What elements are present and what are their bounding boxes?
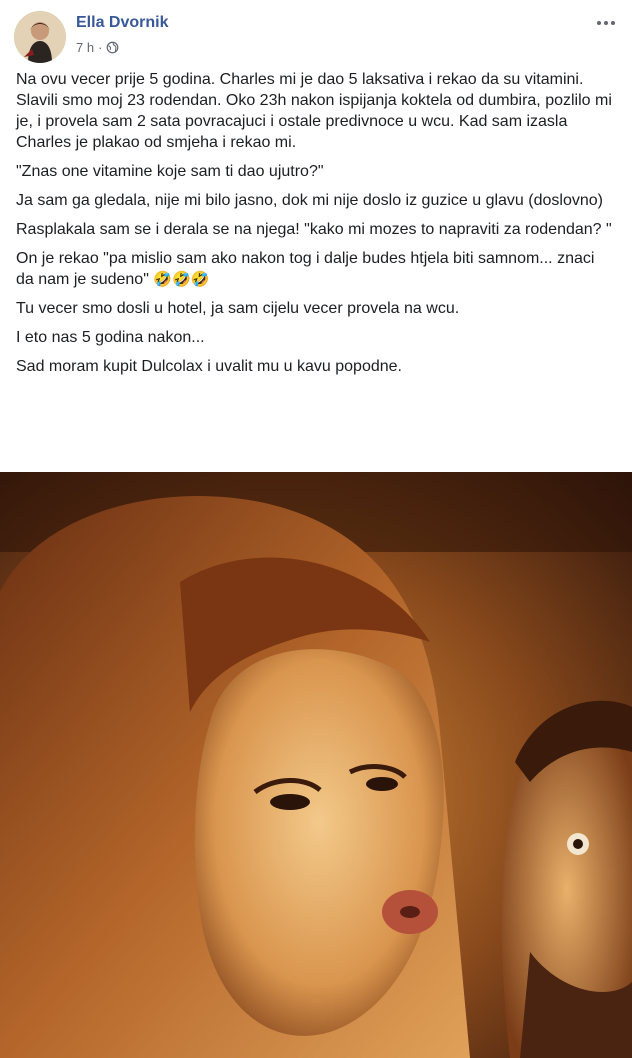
post-paragraph-with-emoji: On je rekao "pa mislio sam ako nakon tog…	[16, 248, 616, 290]
post-paragraph-text: On je rekao "pa mislio sam ako nakon tog…	[16, 250, 595, 288]
post-paragraph: Tu vecer smo dosli u hotel, ja sam cijel…	[16, 300, 460, 317]
post-paragraph: I eto nas 5 godina nakon...	[16, 329, 205, 346]
post-header: Ella Dvornik 7 h ·	[0, 0, 632, 64]
post-paragraph: Rasplakala sam se i derala se na njega! …	[16, 221, 612, 238]
post-photo[interactable]	[0, 472, 632, 1058]
more-options-icon[interactable]	[594, 14, 618, 32]
facebook-post: Ella Dvornik 7 h · Na ovu vecer prije 5 …	[0, 0, 632, 1058]
post-meta: 7 h ·	[76, 40, 119, 55]
globe-icon[interactable]	[106, 41, 119, 54]
post-paragraph: "Znas one vitamine koje sam ti dao ujutr…	[16, 163, 324, 180]
author-name[interactable]: Ella Dvornik	[76, 14, 168, 32]
laughing-emoji: 🤣🤣🤣	[153, 270, 210, 288]
post-text: Na ovu vecer prije 5 godina. Charles mi …	[16, 69, 616, 385]
post-time[interactable]: 7 h	[76, 40, 94, 55]
post-paragraph: Ja sam ga gledala, nije mi bilo jasno, d…	[16, 192, 603, 209]
post-paragraph: Na ovu vecer prije 5 godina. Charles mi …	[16, 71, 612, 151]
meta-separator: ·	[98, 40, 103, 55]
post-paragraph: Sad moram kupit Dulcolax i uvalit mu u k…	[16, 358, 402, 375]
author-avatar[interactable]	[14, 11, 66, 63]
